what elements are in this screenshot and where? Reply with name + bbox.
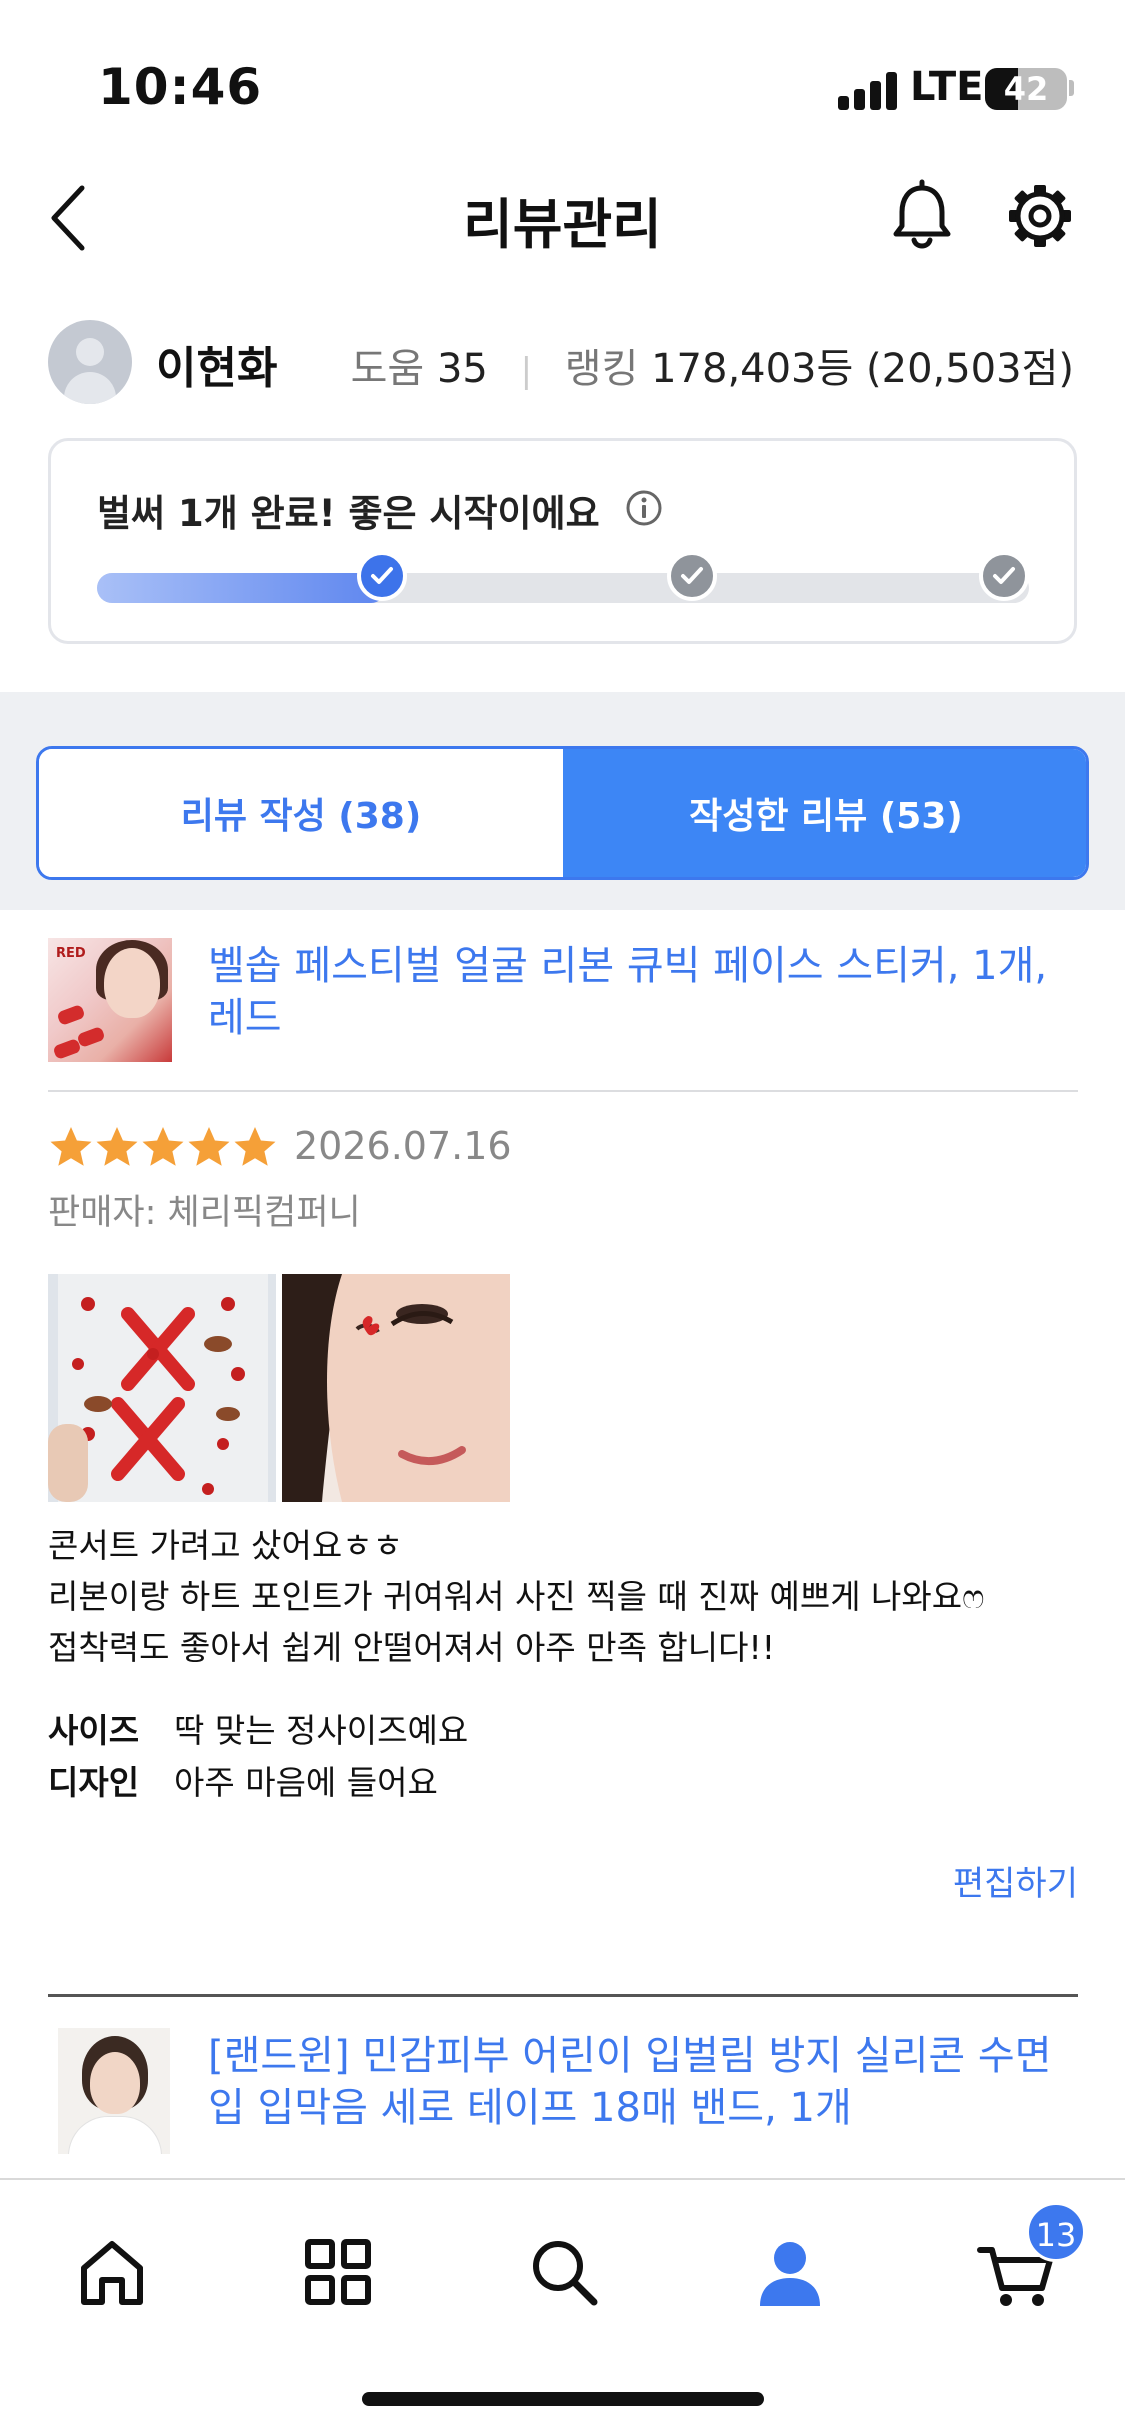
seller-name: 판매자: 체리픽컴퍼니 bbox=[48, 1193, 361, 1233]
product-title-link[interactable]: 벨솝 페스티벌 얼굴 리본 큐빅 페이스 스티커, 1개, 레드 bbox=[208, 940, 1078, 1044]
help-label: 도움 bbox=[350, 346, 425, 392]
star-icon bbox=[50, 1127, 92, 1166]
progress-card: 벌써 1개 완료! 좋은 시작이에요 bbox=[48, 438, 1077, 644]
status-bar: 10:46 LTE 42 bbox=[0, 0, 1125, 150]
review-photo-1[interactable] bbox=[48, 1274, 276, 1502]
star-icon bbox=[188, 1127, 230, 1166]
home-icon bbox=[81, 2241, 143, 2305]
review-photo-2[interactable] bbox=[282, 1274, 510, 1502]
attribute-key: 디자인 bbox=[48, 1763, 140, 1802]
product-thumbnail[interactable]: RED bbox=[48, 938, 172, 1062]
home-indicator bbox=[362, 2392, 764, 2406]
ranking-label: 랭킹 bbox=[564, 346, 639, 392]
notification-button[interactable] bbox=[886, 176, 958, 256]
battery-icon: 42 bbox=[985, 68, 1067, 110]
info-icon[interactable] bbox=[625, 489, 663, 527]
bell-icon bbox=[893, 179, 951, 249]
tab-write-review[interactable]: 리뷰 작성 (38) bbox=[39, 749, 563, 877]
star-icon bbox=[234, 1127, 276, 1166]
gear-icon bbox=[1009, 185, 1071, 247]
divider bbox=[48, 1090, 1078, 1092]
attribute-row: 사이즈 딱 맞는 정사이즈예요 bbox=[48, 1704, 468, 1752]
search-button[interactable] bbox=[522, 2230, 606, 2314]
star-icon bbox=[142, 1127, 184, 1166]
settings-button[interactable] bbox=[1004, 176, 1076, 256]
product-title-link[interactable]: [랜드윈] 민감피부 어린이 입벌림 방지 실리콘 수면 입 입막음 세로 테이… bbox=[208, 2030, 1078, 2134]
help-value: 35 bbox=[436, 346, 488, 392]
review-tabs: 리뷰 작성 (38) 작성한 리뷰 (53) bbox=[36, 746, 1089, 880]
attribute-row: 디자인 아주 마음에 들어요 bbox=[48, 1756, 438, 1804]
progress-fill bbox=[97, 573, 386, 603]
star-icon bbox=[96, 1127, 138, 1166]
user-name: 이현화 bbox=[156, 343, 278, 394]
check-icon bbox=[993, 567, 1015, 584]
check-icon bbox=[681, 567, 703, 584]
signal-icon bbox=[838, 72, 900, 110]
attribute-value: 아주 마음에 들어요 bbox=[174, 1763, 438, 1802]
review-text: 콘서트 가려고 샀어요ㅎㅎ 리본이랑 하트 포인트가 귀여워서 사진 찍을 때 … bbox=[48, 1526, 985, 1667]
search-icon bbox=[533, 2241, 598, 2306]
progress-step-2 bbox=[667, 551, 717, 601]
attribute-key: 사이즈 bbox=[48, 1711, 140, 1750]
category-icon bbox=[305, 2239, 371, 2305]
review-date: 2026.07.16 bbox=[294, 1124, 512, 1168]
star-rating bbox=[48, 1124, 278, 1170]
avatar[interactable] bbox=[48, 320, 132, 404]
progress-step-1 bbox=[357, 551, 407, 601]
home-button[interactable] bbox=[70, 2230, 154, 2314]
cart-count-badge: 13 bbox=[1026, 2202, 1086, 2262]
tab-written-reviews[interactable]: 작성한 리뷰 (53) bbox=[563, 749, 1086, 877]
my-page-button[interactable] bbox=[748, 2230, 832, 2314]
ranking-value: 178,403등 (20,503점) bbox=[651, 346, 1074, 392]
category-button[interactable] bbox=[296, 2230, 380, 2314]
network-label: LTE bbox=[910, 64, 984, 110]
progress-track bbox=[97, 573, 1029, 603]
thumbnail-label: RED bbox=[56, 946, 86, 961]
status-time: 10:46 bbox=[98, 58, 263, 116]
edit-review-link[interactable]: 편집하기 bbox=[953, 1856, 1078, 1905]
product-thumbnail[interactable] bbox=[58, 2028, 170, 2154]
nav-header: 리뷰관리 bbox=[0, 150, 1125, 280]
profile-row: 이현화 도움 35 | 랭킹 178,403등 (20,503점) bbox=[48, 318, 1078, 404]
check-icon bbox=[371, 567, 393, 584]
review-divider bbox=[48, 1994, 1078, 1997]
user-stats: 도움 35 | 랭킹 178,403등 (20,503점) bbox=[351, 336, 1074, 394]
person-icon bbox=[760, 2242, 820, 2306]
progress-message: 벌써 1개 완료! 좋은 시작이에요 bbox=[97, 492, 600, 535]
battery-level: 42 bbox=[1003, 70, 1049, 108]
attribute-value: 딱 맞는 정사이즈예요 bbox=[174, 1711, 469, 1750]
stats-divider: | bbox=[520, 351, 533, 391]
progress-step-3 bbox=[979, 551, 1029, 601]
